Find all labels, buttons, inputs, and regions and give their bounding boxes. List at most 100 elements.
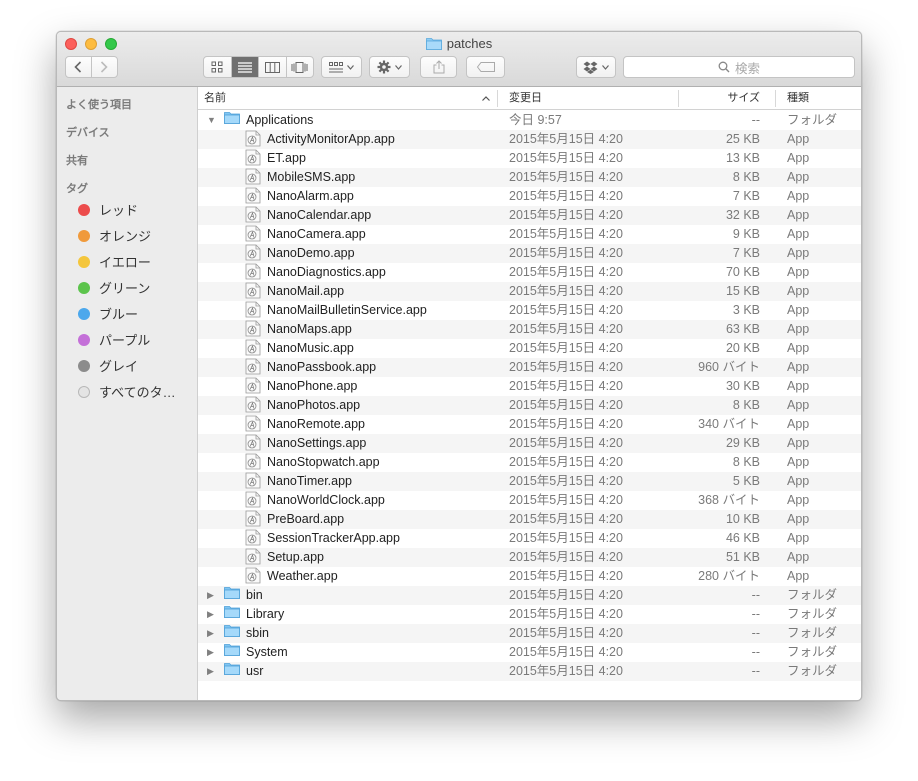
sidebar-section-shared[interactable]: 共有 (66, 152, 88, 168)
back-button[interactable] (66, 57, 92, 77)
file-row[interactable]: NanoCalendar.app 2015年5月15日 4:20 32 KB App (198, 206, 861, 225)
file-row[interactable]: MobileSMS.app 2015年5月15日 4:20 8 KB App (198, 168, 861, 187)
app-icon (245, 434, 261, 451)
file-date: 2015年5月15日 4:20 (509, 512, 623, 526)
search-field[interactable]: 検索 (623, 56, 855, 78)
action-button[interactable] (369, 56, 410, 78)
file-row[interactable]: ▶ sbin 2015年5月15日 4:20 -- フォルダ (198, 624, 861, 643)
file-row[interactable]: NanoSettings.app 2015年5月15日 4:20 29 KB App (198, 434, 861, 453)
file-row[interactable]: SessionTrackerApp.app 2015年5月15日 4:20 46 K… (198, 529, 861, 548)
sidebar-section-tags[interactable]: タグ (66, 180, 88, 196)
file-size: -- (751, 664, 760, 678)
sidebar-tag-item[interactable]: ブルー (78, 304, 138, 323)
file-row[interactable]: NanoMusic.app 2015年5月15日 4:20 20 KB App (198, 339, 861, 358)
file-list: 名前 変更日 サイズ 種類 ▼ Applications 今日 9:57 -- フォルダ… (198, 87, 861, 700)
share-icon (433, 60, 444, 74)
icon-view-button[interactable] (204, 57, 232, 77)
toolbar: patches 検索 (57, 32, 861, 87)
file-row[interactable]: Setup.app 2015年5月15日 4:20 51 KB App (198, 548, 861, 567)
file-kind: App (787, 550, 810, 564)
sidebar-section-favorites[interactable]: よく使う項目 (66, 96, 132, 112)
file-row[interactable]: ActivityMonitorApp.app 2015年5月15日 4:20 25 … (198, 130, 861, 149)
file-size: 29 KB (725, 436, 760, 450)
share-button[interactable] (420, 56, 457, 78)
folder-icon (224, 643, 240, 656)
sidebar-tag-item[interactable]: すべてのタ… (78, 382, 176, 401)
file-row[interactable]: NanoPhone.app 2015年5月15日 4:20 30 KB App (198, 377, 861, 396)
file-row[interactable]: ▶ System 2015年5月15日 4:20 -- フォルダ (198, 643, 861, 662)
file-size: 32 KB (725, 208, 760, 222)
file-row[interactable]: NanoWorldClock.app 2015年5月15日 4:20 368 バイト… (198, 491, 861, 510)
file-row[interactable]: ▶ bin 2015年5月15日 4:20 -- フォルダ (198, 586, 861, 605)
column-header-date[interactable]: 変更日 (509, 87, 542, 110)
file-size: 70 KB (725, 265, 760, 279)
file-row[interactable]: NanoCamera.app 2015年5月15日 4:20 9 KB App (198, 225, 861, 244)
file-name: NanoAlarm.app (267, 189, 354, 203)
sidebar-tag-item[interactable]: オレンジ (78, 226, 151, 245)
sidebar-section-devices[interactable]: デバイス (66, 124, 110, 140)
file-row[interactable]: Weather.app 2015年5月15日 4:20 280 バイト App (198, 567, 861, 586)
disclosure-collapsed-icon[interactable]: ▶ (207, 643, 214, 662)
disclosure-collapsed-icon[interactable]: ▶ (207, 624, 214, 643)
sidebar-tag-item[interactable]: グレイ (78, 356, 138, 375)
file-row[interactable]: PreBoard.app 2015年5月15日 4:20 10 KB App (198, 510, 861, 529)
disclosure-collapsed-icon[interactable]: ▶ (207, 662, 214, 681)
disclosure-collapsed-icon[interactable]: ▶ (207, 605, 214, 624)
file-row[interactable]: NanoAlarm.app 2015年5月15日 4:20 7 KB App (198, 187, 861, 206)
file-kind: App (787, 569, 810, 583)
file-row[interactable]: ▼ Applications 今日 9:57 -- フォルダ (198, 111, 861, 130)
column-header-name[interactable]: 名前 (204, 87, 226, 110)
file-kind: App (787, 208, 810, 222)
column-header-kind[interactable]: 種類 (787, 87, 809, 110)
column-divider[interactable] (678, 90, 679, 107)
file-size: -- (751, 645, 760, 659)
file-kind: フォルダ (787, 607, 838, 621)
file-kind: フォルダ (787, 588, 838, 602)
file-row[interactable]: NanoTimer.app 2015年5月15日 4:20 5 KB App (198, 472, 861, 491)
file-date: 2015年5月15日 4:20 (509, 341, 623, 355)
file-row[interactable]: NanoMaps.app 2015年5月15日 4:20 63 KB App (198, 320, 861, 339)
app-icon (245, 548, 261, 565)
sidebar-tag-label: イエロー (99, 255, 151, 270)
file-date: 2015年5月15日 4:20 (509, 132, 623, 146)
dropbox-button[interactable] (576, 56, 616, 78)
disclosure-expanded-icon[interactable]: ▼ (207, 111, 216, 130)
file-row[interactable]: NanoDiagnostics.app 2015年5月15日 4:20 70 KB A… (198, 263, 861, 282)
file-row[interactable]: ET.app 2015年5月15日 4:20 13 KB App (198, 149, 861, 168)
folder-icon (224, 605, 240, 618)
file-row[interactable]: NanoPassbook.app 2015年5月15日 4:20 960 バイト Ap… (198, 358, 861, 377)
sidebar-tag-item[interactable]: イエロー (78, 252, 151, 271)
file-size: 20 KB (725, 341, 760, 355)
column-view-button[interactable] (259, 57, 287, 77)
list-view-button[interactable] (231, 57, 259, 77)
file-row[interactable]: ▶ Library 2015年5月15日 4:20 -- フォルダ (198, 605, 861, 624)
arrange-button[interactable] (321, 56, 362, 78)
coverflow-view-button[interactable] (287, 57, 314, 77)
column-header-size[interactable]: サイズ (727, 87, 760, 110)
file-row[interactable]: NanoStopwatch.app 2015年5月15日 4:20 8 KB App (198, 453, 861, 472)
file-row[interactable]: NanoMail.app 2015年5月15日 4:20 15 KB App (198, 282, 861, 301)
file-date: 2015年5月15日 4:20 (509, 531, 623, 545)
file-row[interactable]: NanoPhotos.app 2015年5月15日 4:20 8 KB App (198, 396, 861, 415)
app-icon (245, 529, 261, 546)
file-row[interactable]: ▶ usr 2015年5月15日 4:20 -- フォルダ (198, 662, 861, 681)
file-kind: App (787, 455, 810, 469)
file-row[interactable]: NanoRemote.app 2015年5月15日 4:20 340 バイト App (198, 415, 861, 434)
file-row[interactable]: NanoMailBulletinService.app 2015年5月15日 4:… (198, 301, 861, 320)
file-row[interactable]: NanoDemo.app 2015年5月15日 4:20 7 KB App (198, 244, 861, 263)
file-name: ActivityMonitorApp.app (267, 132, 395, 146)
sidebar-tag-item[interactable]: レッド (78, 200, 138, 219)
column-header: 名前 変更日 サイズ 種類 (198, 87, 861, 110)
list-icon (237, 61, 252, 73)
file-kind: App (787, 341, 810, 355)
sidebar-tag-item[interactable]: パープル (78, 330, 150, 349)
edit-tags-button[interactable] (466, 56, 505, 78)
file-name: NanoMaps.app (267, 322, 352, 336)
app-icon (245, 415, 261, 432)
app-icon (245, 377, 261, 394)
forward-button[interactable] (92, 57, 117, 77)
disclosure-collapsed-icon[interactable]: ▶ (207, 586, 214, 605)
column-divider[interactable] (775, 90, 776, 107)
sidebar-tag-item[interactable]: グリーン (78, 278, 150, 297)
column-divider[interactable] (497, 90, 498, 107)
